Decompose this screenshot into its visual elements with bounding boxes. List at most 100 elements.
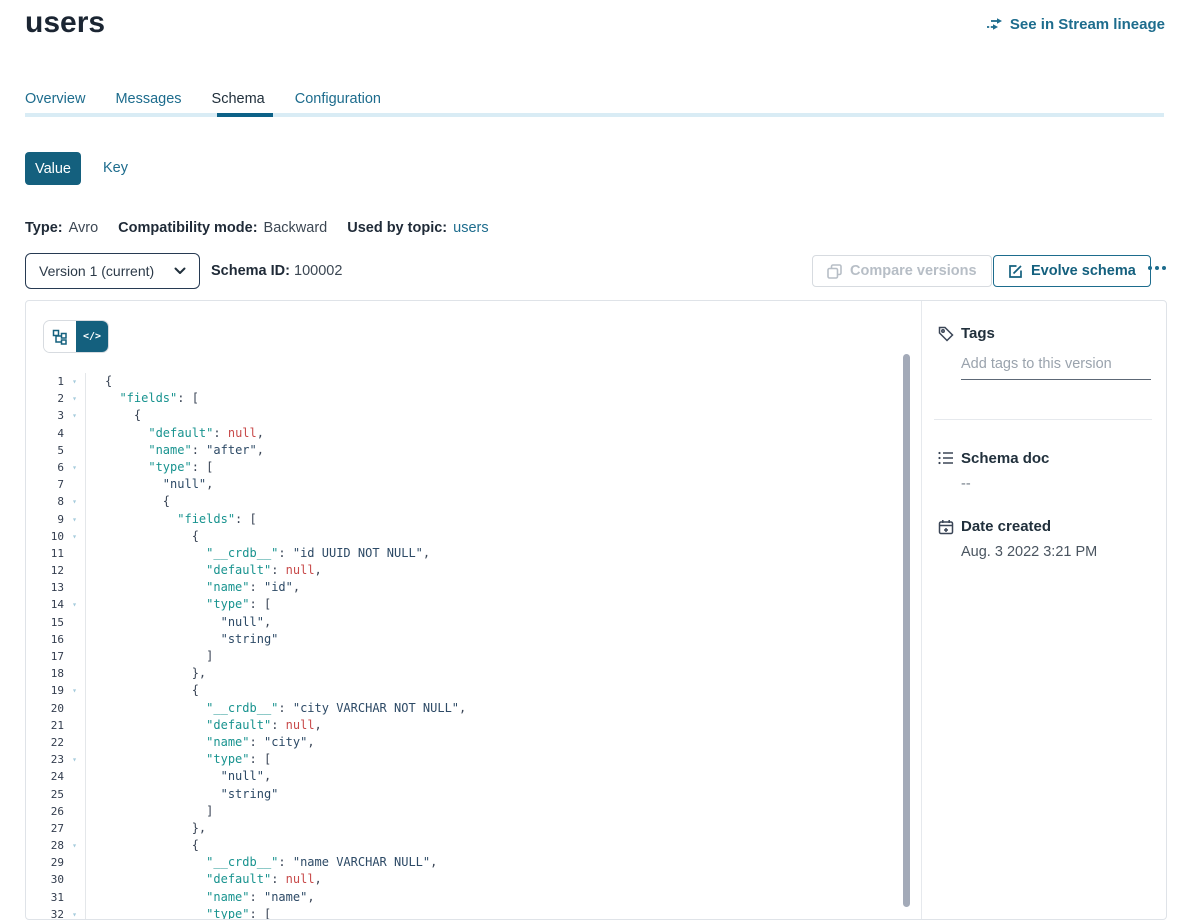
schema-meta-row: Type: Avro Compatibility mode: Backward … (25, 220, 489, 236)
fold-arrow-icon[interactable]: ▾ (64, 390, 86, 407)
evolve-schema-button[interactable]: Evolve schema (993, 255, 1151, 287)
code-line: 19▾ { (26, 682, 903, 699)
code-text: "type": [ (86, 906, 271, 920)
code-line: 9▾ "fields": [ (26, 511, 903, 528)
fold-arrow-icon[interactable]: ▾ (64, 373, 86, 390)
code-text: "__crdb__": "id UUID NOT NULL", (86, 545, 430, 562)
sidebar-divider (934, 419, 1152, 420)
page-title: users (25, 6, 105, 40)
code-text: "type": [ (86, 751, 271, 768)
fold-spacer (64, 854, 86, 871)
date-created-title: Date created (961, 518, 1051, 535)
line-number: 9 (26, 511, 64, 528)
line-number: 19 (26, 682, 64, 699)
stream-lineage-icon (986, 17, 1003, 32)
code-text: "string" (86, 631, 278, 648)
fold-arrow-icon[interactable]: ▾ (64, 459, 86, 476)
code-text: "default": null, (86, 717, 322, 734)
fold-spacer (64, 871, 86, 888)
line-number: 32 (26, 906, 64, 920)
fold-spacer (64, 820, 86, 837)
code-text: "type": [ (86, 596, 271, 613)
version-select[interactable]: Version 1 (current) (25, 253, 200, 289)
version-select-value: Version 1 (current) (39, 263, 154, 279)
code-line: 20 "__crdb__": "city VARCHAR NOT NULL", (26, 700, 903, 717)
code-line: 11 "__crdb__": "id UUID NOT NULL", (26, 545, 903, 562)
line-number: 2 (26, 390, 64, 407)
compare-versions-label: Compare versions (850, 263, 977, 279)
line-number: 22 (26, 734, 64, 751)
code-line: 26 ] (26, 803, 903, 820)
schema-id: Schema ID: 100002 (211, 263, 342, 279)
line-number: 7 (26, 476, 64, 493)
code-line: 13 "name": "id", (26, 579, 903, 596)
compare-versions-icon (827, 264, 842, 279)
code-line: 1▾{ (26, 373, 903, 390)
fold-arrow-icon[interactable]: ▾ (64, 751, 86, 768)
code-line: 21 "default": null, (26, 717, 903, 734)
schema-doc-value: -- (961, 476, 971, 492)
key-toggle-button[interactable]: Key (103, 160, 128, 176)
code-text: "default": null, (86, 425, 264, 442)
code-text: "__crdb__": "city VARCHAR NOT NULL", (86, 700, 466, 717)
stream-lineage-link[interactable]: See in Stream lineage (986, 16, 1165, 33)
fold-arrow-icon[interactable]: ▾ (64, 493, 86, 510)
panel-divider (921, 301, 922, 920)
code-text: "name": "id", (86, 579, 300, 596)
type-label: Type: (25, 220, 63, 236)
code-text: "default": null, (86, 871, 322, 888)
code-line: 31 "name": "name", (26, 889, 903, 906)
line-number: 14 (26, 596, 64, 613)
code-view-button[interactable]: </> (76, 321, 108, 352)
code-line: 23▾ "type": [ (26, 751, 903, 768)
topic-link[interactable]: users (453, 220, 488, 236)
fold-arrow-icon[interactable]: ▾ (64, 596, 86, 613)
used-by-topic-label: Used by topic: (347, 220, 447, 236)
line-number: 13 (26, 579, 64, 596)
code-line: 5 "name": "after", (26, 442, 903, 459)
tags-input[interactable] (961, 354, 1151, 380)
fold-spacer (64, 768, 86, 785)
code-text: "null", (86, 614, 271, 631)
compare-versions-button[interactable]: Compare versions (812, 255, 992, 287)
more-options-button[interactable] (1148, 266, 1166, 270)
code-text: { (86, 493, 170, 510)
fold-arrow-icon[interactable]: ▾ (64, 511, 86, 528)
fold-arrow-icon[interactable]: ▾ (64, 837, 86, 854)
fold-spacer (64, 425, 86, 442)
fold-spacer (64, 442, 86, 459)
code-text: "type": [ (86, 459, 213, 476)
fold-arrow-icon[interactable]: ▾ (64, 682, 86, 699)
code-text: "fields": [ (86, 390, 199, 407)
code-lines: 1▾{2▾ "fields": [3▾ {4 "default": null,5… (26, 373, 903, 920)
code-line: 22 "name": "city", (26, 734, 903, 751)
line-number: 31 (26, 889, 64, 906)
date-created-icon (938, 519, 954, 535)
line-number: 3 (26, 407, 64, 424)
code-line: 27 }, (26, 820, 903, 837)
tree-view-button[interactable] (44, 321, 76, 352)
tab-underline-track (25, 113, 1164, 117)
line-number: 20 (26, 700, 64, 717)
code-text: { (86, 682, 199, 699)
code-line: 4 "default": null, (26, 425, 903, 442)
schema-id-value: 100002 (294, 263, 342, 279)
fold-spacer (64, 803, 86, 820)
fold-arrow-icon[interactable]: ▾ (64, 528, 86, 545)
compatibility-value: Backward (264, 220, 328, 236)
line-number: 5 (26, 442, 64, 459)
fold-arrow-icon[interactable]: ▾ (64, 906, 86, 920)
fold-spacer (64, 717, 86, 734)
line-number: 24 (26, 768, 64, 785)
fold-arrow-icon[interactable]: ▾ (64, 407, 86, 424)
code-line: 14▾ "type": [ (26, 596, 903, 613)
line-number: 27 (26, 820, 64, 837)
tags-section-title: Tags (961, 325, 995, 342)
value-toggle-button[interactable]: Value (25, 152, 81, 185)
line-number: 15 (26, 614, 64, 631)
editor-scrollbar[interactable] (903, 354, 910, 907)
compatibility-label: Compatibility mode: (118, 220, 257, 236)
fold-spacer (64, 545, 86, 562)
line-number: 1 (26, 373, 64, 390)
code-line: 10▾ { (26, 528, 903, 545)
